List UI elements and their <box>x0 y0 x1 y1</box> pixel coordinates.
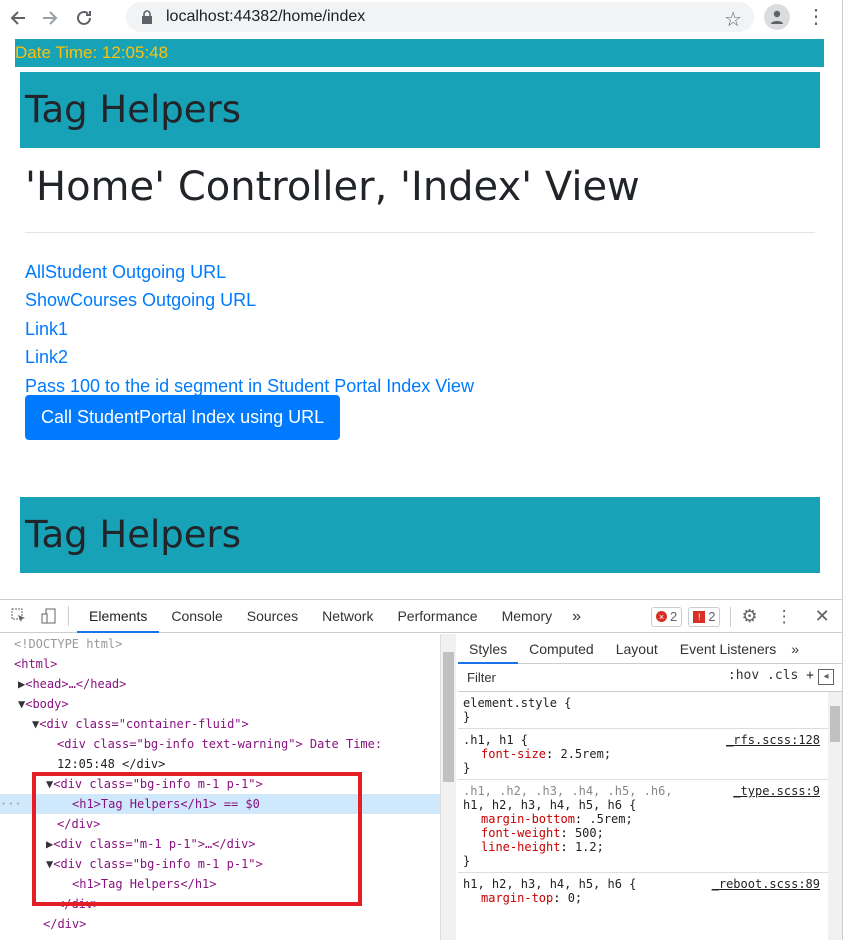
devtools-status: × 2 ! 2 ⚙ ⋮ ✕ <box>645 600 830 633</box>
error-icon: × <box>656 611 667 622</box>
rule-h1: .h1, h1 { _rfs.scss:128 font-size: 2.5re… <box>458 729 842 780</box>
address-bar[interactable]: localhost:44382/home/index ☆ <box>126 2 754 32</box>
elements-scrollbar[interactable] <box>440 634 456 940</box>
tab-layout[interactable]: Layout <box>605 634 669 664</box>
rule-element-style: element.style { } <box>458 692 842 729</box>
tree-line-container[interactable]: ▼<div class="container-fluid"> <box>32 714 249 734</box>
tree-line-html[interactable]: <html> <box>14 654 57 674</box>
url-text: localhost:44382/home/index <box>166 8 366 25</box>
web-page: Date Time: 12:05:48 Tag Helpers 'Home' C… <box>0 36 842 599</box>
device-toolbar-icon[interactable] <box>38 605 60 627</box>
datetime-bar: Date Time: 12:05:48 <box>15 39 824 67</box>
tree-line-doctype[interactable]: <!DOCTYPE html> <box>14 634 122 654</box>
profile-avatar-icon[interactable] <box>764 4 790 30</box>
source-link-reboot[interactable]: _reboot.scss:89 <box>712 877 820 891</box>
source-link-type[interactable]: _type.scss:9 <box>733 784 820 798</box>
forward-icon[interactable] <box>32 0 68 36</box>
tab-memory[interactable]: Memory <box>490 600 565 633</box>
tab-performance[interactable]: Performance <box>385 600 489 633</box>
tag-helpers-heading-bottom: Tag Helpers <box>25 513 242 556</box>
link-showcourses[interactable]: ShowCourses Outgoing URL <box>25 286 474 314</box>
inspect-element-icon[interactable] <box>8 605 30 627</box>
more-tabs-icon[interactable]: » <box>564 600 589 633</box>
elements-scroll-thumb[interactable] <box>443 652 454 782</box>
tab-console[interactable]: Console <box>159 600 234 633</box>
toolbar-divider <box>730 606 732 627</box>
close-devtools-icon[interactable]: ✕ <box>815 606 830 627</box>
tab-network[interactable]: Network <box>310 600 385 633</box>
call-studentportal-button[interactable]: Call StudentPortal Index using URL <box>25 395 341 440</box>
styles-filter-input[interactable]: Filter <box>467 670 496 685</box>
page-scrollbar[interactable] <box>842 0 854 940</box>
styles-tabbar: Styles Computed Layout Event Listeners » <box>458 634 842 664</box>
reload-icon[interactable] <box>66 0 102 36</box>
toggle-sidebar-icon[interactable]: ◂ <box>818 669 834 685</box>
browser-toolbar: localhost:44382/home/index ☆ ⋮ <box>0 0 842 36</box>
tree-line-datetime-div[interactable]: <div class="bg-info text-warning"> Date … <box>57 734 382 754</box>
rule-headings-reboot: h1, h2, h3, h4, h5, h6 { _reboot.scss:89… <box>463 877 820 905</box>
issue-badge[interactable]: ! 2 <box>688 606 721 627</box>
tree-line-body[interactable]: ▼<body> <box>18 694 69 714</box>
tab-computed[interactable]: Computed <box>518 634 605 664</box>
styles-filter-row: Filter :hov .cls + ◂ <box>458 664 842 692</box>
tree-line-head[interactable]: ▶<head>…</head> <box>18 674 126 694</box>
devtools-panel: Elements Console Sources Network Perform… <box>0 599 842 940</box>
back-icon[interactable] <box>0 0 36 36</box>
error-badge[interactable]: × 2 <box>651 606 683 627</box>
divider <box>25 232 815 233</box>
styles-scrollbar[interactable] <box>828 692 842 940</box>
devtools-menu-icon[interactable]: ⋮ <box>776 607 793 627</box>
tag-helpers-heading-top: Tag Helpers <box>25 88 242 131</box>
source-link-rfs[interactable]: _rfs.scss:128 <box>726 733 820 747</box>
tree-line-container-close[interactable]: </div> <box>43 914 86 934</box>
link-list: AllStudent Outgoing URL ShowCourses Outg… <box>25 258 474 400</box>
elements-tree: <!DOCTYPE html> <html> ▶<head>…</head> ▼… <box>0 634 440 940</box>
settings-gear-icon[interactable]: ⚙ <box>741 606 757 627</box>
link-allstudent[interactable]: AllStudent Outgoing URL <box>25 258 474 286</box>
browser-menu-icon[interactable]: ⋮ <box>806 4 826 30</box>
styles-scroll-thumb[interactable] <box>830 706 840 742</box>
tab-separator <box>68 606 69 626</box>
red-highlight-box <box>32 772 362 906</box>
tag-helpers-box-top: Tag Helpers <box>20 72 820 148</box>
lock-icon <box>142 10 152 24</box>
rule-headings-type: .h1, .h2, .h3, .h4, .h5, .h6, h1, h2, h3… <box>458 780 842 873</box>
filter-tools[interactable]: :hov .cls + <box>728 668 814 683</box>
styles-pane: Styles Computed Layout Event Listeners »… <box>458 634 842 940</box>
tree-line-datetime-text[interactable]: 12:05:48 </div> <box>57 754 165 774</box>
tag-helpers-box-bottom: Tag Helpers <box>20 497 820 573</box>
link-link1[interactable]: Link1 <box>25 315 474 343</box>
link-link2[interactable]: Link2 <box>25 343 474 371</box>
bookmark-star-icon[interactable]: ☆ <box>724 7 742 32</box>
tab-sources[interactable]: Sources <box>235 600 310 633</box>
view-title: 'Home' Controller, 'Index' View <box>25 164 640 210</box>
more-styles-tabs-icon[interactable]: » <box>787 634 803 664</box>
selected-node-dots-icon: ··· <box>0 797 22 811</box>
tab-event-listeners[interactable]: Event Listeners <box>669 634 788 664</box>
tab-styles[interactable]: Styles <box>458 634 519 664</box>
tab-elements[interactable]: Elements <box>77 600 160 633</box>
issue-flag-icon: ! <box>693 610 706 623</box>
